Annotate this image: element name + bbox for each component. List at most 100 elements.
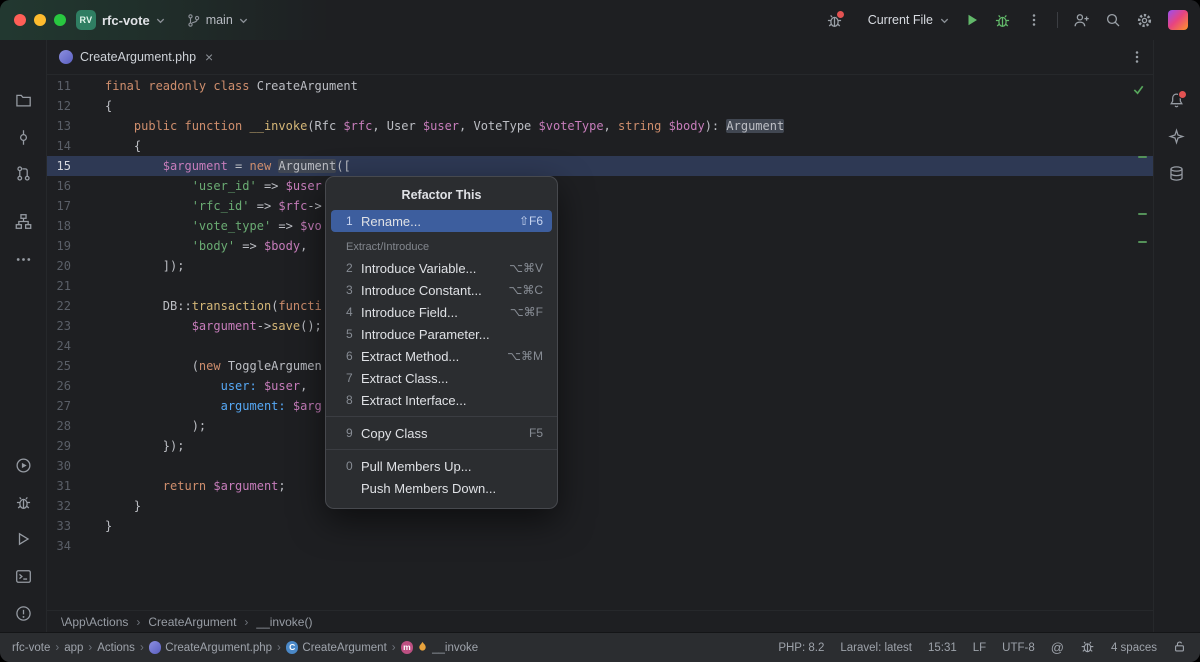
code-line[interactable]: 18 'vote_type' => $vo [47, 216, 1153, 236]
code-line[interactable]: 23 $argument->save(); [47, 316, 1153, 336]
code-text: ); [105, 416, 206, 436]
minimize-window-button[interactable] [34, 14, 46, 26]
code-editor[interactable]: 11final readonly class CreateArgument12{… [47, 75, 1153, 610]
structure-tool-button[interactable] [11, 209, 35, 233]
statusbar-widget-php-8-2[interactable]: PHP: 8.2 [778, 642, 824, 654]
search-everywhere-button[interactable] [1105, 12, 1121, 28]
code-with-me-button[interactable] [1073, 12, 1090, 29]
statusbar-path-item[interactable]: m__invoke [401, 641, 479, 655]
code-line[interactable]: 30 [47, 456, 1153, 476]
menu-item-extract-interface[interactable]: 8Extract Interface... [331, 389, 552, 411]
commit-tool-button[interactable] [11, 125, 35, 149]
menu-item-introduce-constant[interactable]: 3Introduce Constant...⌥⌘C [331, 279, 552, 301]
code-line[interactable]: 15 $argument = new Argument([ [47, 156, 1153, 176]
phpstorm-logo-icon[interactable] [1168, 10, 1188, 30]
statusbar-path-item[interactable]: rfc-vote [12, 642, 50, 654]
code-line[interactable]: 14 { [47, 136, 1153, 156]
menu-item-push-members-down[interactable]: Push Members Down... [331, 477, 552, 499]
ai-assistant-tool-button[interactable] [1164, 124, 1188, 148]
run-button[interactable] [965, 13, 979, 27]
code-line[interactable]: 34 [47, 536, 1153, 556]
menu-item-extract-class[interactable]: 7Extract Class... [331, 367, 552, 389]
statusbar-path-item[interactable]: Actions [97, 642, 135, 654]
code-line[interactable]: 29 }); [47, 436, 1153, 456]
code-line[interactable]: 16 'user_id' => $user [47, 176, 1153, 196]
code-line[interactable]: 26 user: $user, [47, 376, 1153, 396]
code-line[interactable]: 17 'rfc_id' => $rfc-> [47, 196, 1153, 216]
menu-item-rename[interactable]: 1Rename...⇧F6 [331, 210, 552, 232]
statusbar-widget-15-31[interactable]: 15:31 [928, 642, 957, 654]
close-tab-icon[interactable]: × [205, 50, 213, 64]
method-icon: m [401, 641, 414, 654]
code-text: 'vote_type' => $vo [105, 216, 322, 236]
breadcrumb-item[interactable]: __invoke() [256, 615, 312, 629]
statusbar-widget[interactable] [1080, 639, 1095, 657]
menu-item-extract-method[interactable]: 6Extract Method...⌥⌘M [331, 345, 552, 367]
debug-tool-button[interactable] [11, 490, 35, 514]
run-configuration-selector[interactable]: Current File [868, 13, 950, 27]
tab-createargument-php[interactable]: CreateArgument.php × [47, 40, 223, 74]
run-tool-button[interactable] [11, 527, 35, 551]
vcs-branch-widget[interactable]: main [186, 13, 249, 28]
breadcrumb-item[interactable]: \App\Actions [61, 615, 128, 629]
code-line[interactable]: 31 return $argument; [47, 476, 1153, 496]
code-line[interactable]: 20 ]); [47, 256, 1153, 276]
problems-tool-button[interactable] [11, 601, 35, 625]
problems-icon [15, 605, 32, 622]
debugger-notification-button[interactable] [826, 12, 843, 29]
debug-button[interactable] [994, 12, 1011, 29]
code-line[interactable]: 27 argument: $arg [47, 396, 1153, 416]
statusbar-path-item[interactable]: CreateArgument.php [149, 641, 272, 654]
database-tool-button[interactable] [1164, 161, 1188, 185]
project-tool-button[interactable] [11, 88, 35, 112]
statusbar-path-item[interactable]: CCreateArgument [286, 641, 387, 654]
breadcrumb-item[interactable]: CreateArgument [148, 615, 236, 629]
code-line[interactable]: 19 'body' => $body, [47, 236, 1153, 256]
code-line[interactable]: 24 [47, 336, 1153, 356]
tab-options-button[interactable] [1129, 49, 1145, 65]
unlocked-icon [1173, 640, 1186, 656]
code-line[interactable]: 21 [47, 276, 1153, 296]
code-line[interactable]: 25 (new ToggleArgumen [47, 356, 1153, 376]
code-line[interactable]: 22 DB::transaction(functi [47, 296, 1153, 316]
settings-button[interactable] [1136, 12, 1153, 29]
project-widget[interactable]: rfc-vote [102, 13, 166, 28]
more-tools-button[interactable] [11, 247, 35, 271]
code-line[interactable]: 32 } [47, 496, 1153, 516]
terminal-tool-button[interactable] [11, 564, 35, 588]
toolbar-divider [1057, 12, 1058, 28]
statusbar-widget-laravel-latest[interactable]: Laravel: latest [840, 642, 912, 654]
more-actions-button[interactable] [1026, 12, 1042, 28]
code-line[interactable]: 28 ); [47, 416, 1153, 436]
line-number: 17 [47, 196, 105, 216]
services-tool-button[interactable] [11, 453, 35, 477]
code-line[interactable]: 13 public function __invoke(Rfc $rfc, Us… [47, 116, 1153, 136]
statusbar-path-label: CreateArgument [302, 642, 386, 654]
code-line[interactable]: 33} [47, 516, 1153, 536]
menu-item-introduce-field[interactable]: 4Introduce Field...⌥⌘F [331, 301, 552, 323]
menu-item-introduce-parameter[interactable]: 5Introduce Parameter... [331, 323, 552, 345]
statusbar-path-item[interactable]: app [64, 642, 83, 654]
code-line[interactable]: 12{ [47, 96, 1153, 116]
pull-requests-tool-button[interactable] [11, 161, 35, 185]
statusbar-widget-4-spaces[interactable]: 4 spaces [1111, 642, 1157, 654]
inspections-ok-icon[interactable] [1132, 83, 1145, 101]
line-number: 13 [47, 116, 105, 136]
notifications-tool-button[interactable] [1164, 88, 1188, 112]
statusbar-widget[interactable] [1173, 640, 1186, 656]
menu-item-shortcut: ⌥⌘V [499, 261, 543, 275]
zoom-window-button[interactable] [54, 14, 66, 26]
menu-item-mnemonic: 4 [346, 305, 361, 319]
close-window-button[interactable] [14, 14, 26, 26]
statusbar-widget-lf[interactable]: LF [973, 642, 986, 654]
editor-tab-bar: CreateArgument.php × [47, 40, 1153, 75]
code-text: 'body' => $body, [105, 236, 307, 256]
database-icon [1168, 165, 1185, 182]
statusbar-widget[interactable]: @ [1051, 640, 1064, 655]
project-avatar[interactable]: RV [76, 10, 96, 30]
statusbar-widget-utf-8[interactable]: UTF-8 [1002, 642, 1035, 654]
menu-item-introduce-variable[interactable]: 2Introduce Variable...⌥⌘V [331, 257, 552, 279]
menu-item-pull-members-up[interactable]: 0Pull Members Up... [331, 455, 552, 477]
menu-item-copy-class[interactable]: 9Copy ClassF5 [331, 422, 552, 444]
code-line[interactable]: 11final readonly class CreateArgument [47, 76, 1153, 96]
